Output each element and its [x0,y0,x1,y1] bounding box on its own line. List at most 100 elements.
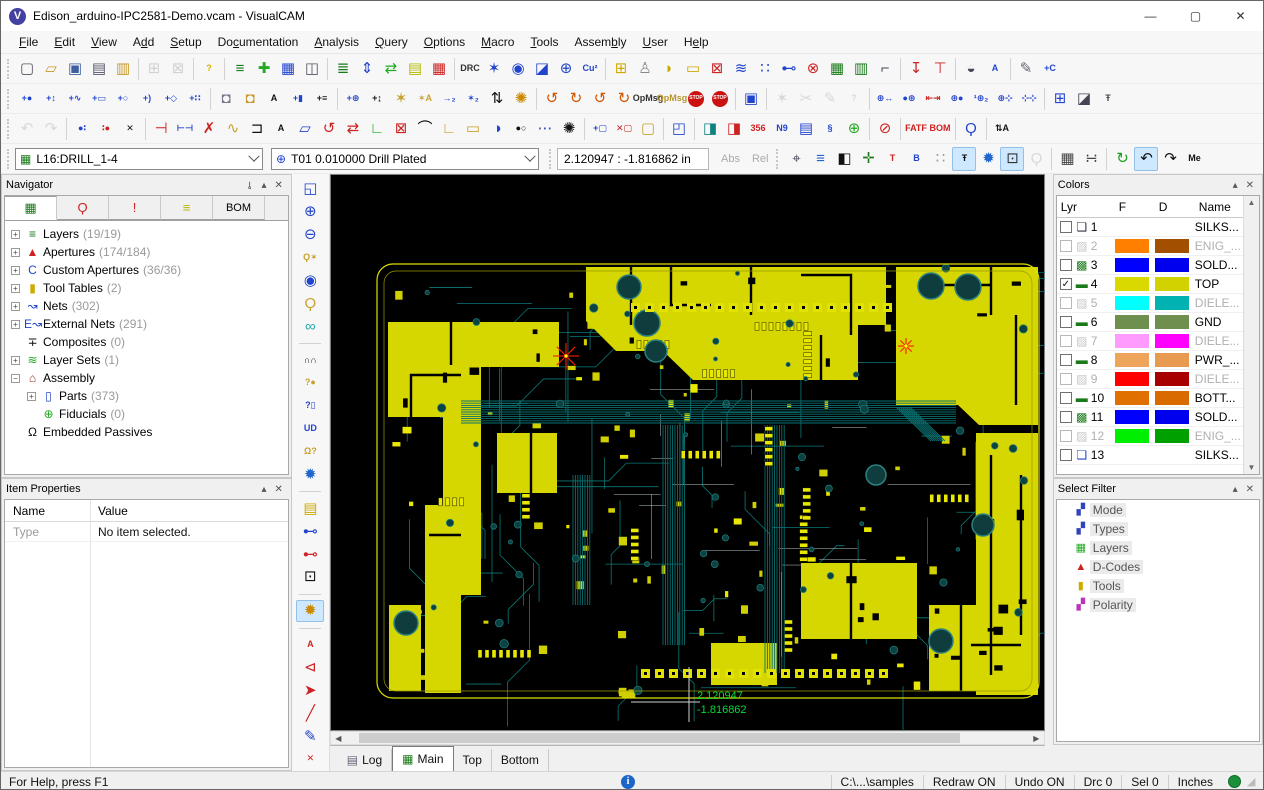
report-356-button[interactable]: 356 [746,117,770,141]
stamp-button[interactable]: ◘ [214,87,238,111]
filter-item-layers[interactable]: ▦Layers [1057,538,1259,557]
layer-visible-checkbox[interactable] [1060,392,1072,404]
online-globe-icon[interactable] [1228,775,1241,788]
layer-bars-button[interactable]: ≡ [808,147,832,171]
zoom-in-button[interactable]: ⊕ [296,201,324,223]
net-compare-button[interactable]: ✶ [482,57,506,81]
text-flip-button[interactable]: ⇅A [990,117,1014,141]
toolbar-grip[interactable] [7,59,11,79]
colors-scrollbar[interactable]: ▲▼ [1243,196,1259,474]
markup-line-button[interactable]: ╱ [296,702,324,724]
som-query-button[interactable]: Ϙ [959,117,983,141]
draw-color-swatch[interactable] [1155,315,1189,329]
menu-add[interactable]: Add [125,33,162,51]
add-text-button[interactable]: A [262,87,286,111]
layer-visible-checkbox[interactable] [1060,316,1072,328]
flash-color-swatch[interactable] [1115,315,1149,329]
draw-color-swatch[interactable] [1155,220,1189,234]
import-down-button[interactable]: ↧ [904,57,928,81]
view-tab-top[interactable]: Top [454,749,492,771]
flash-color-swatch[interactable] [1115,448,1149,462]
break-entry-button[interactable]: ⊣ [149,117,173,141]
collapse-icon[interactable]: ▴ [1229,484,1242,495]
redraw-view-button[interactable]: ↻ [1110,147,1134,171]
rotate-90-button[interactable]: ↺ [540,87,564,111]
menu-edit[interactable]: Edit [46,33,83,51]
remove-probe-button[interactable]: ⊠ [705,57,729,81]
center-view-button[interactable]: ⊞ [1048,87,1072,111]
layer-visible-checkbox[interactable] [1060,240,1072,252]
add-flash-button[interactable]: +● [15,87,39,111]
filter-item-types[interactable]: ▞Types [1057,519,1259,538]
flash-color-swatch[interactable] [1115,391,1149,405]
layer-visible-checkbox[interactable] [1060,449,1072,461]
menu-view[interactable]: View [83,33,125,51]
edit-text-button[interactable]: A [269,117,293,141]
grid-snap-button[interactable]: ∺ [1079,147,1103,171]
drc-check-button[interactable]: DRC [458,57,482,81]
menu-setup[interactable]: Setup [162,33,209,51]
layer-visible-checkbox[interactable] [1060,259,1072,271]
corner-dash-button[interactable]: ∟ [437,117,461,141]
film-text-button[interactable]: A [983,57,1007,81]
pad-matrix-button[interactable]: ∷ [753,57,777,81]
navigator-tab-query[interactable]: Ϙ [57,196,109,220]
close-button[interactable]: ✕ [1218,1,1263,31]
open-ends-button[interactable]: ●○ [509,117,533,141]
expander-icon[interactable]: + [11,320,20,329]
measure-points-button[interactable]: ⊷ [296,520,324,542]
find-red-button[interactable]: ◨ [722,117,746,141]
flash-color-swatch[interactable] [1115,220,1149,234]
zoom-mode-button[interactable]: Ϙ [1024,147,1048,171]
fatf-report-button[interactable]: FATF [904,117,928,141]
navigator-item-custom-apertures[interactable]: +CCustom Apertures(36/36) [5,261,288,279]
navigator-item-embedded-passives[interactable]: ΩEmbedded Passives [5,423,288,441]
expander-icon[interactable]: + [11,284,20,293]
navigator-item-tool-tables[interactable]: +▮Tool Tables(2) [5,279,288,297]
expander-icon[interactable]: + [11,266,20,275]
caliper-button[interactable]: Ŧ [1096,87,1120,111]
paste-button[interactable]: ⊠ [166,57,190,81]
redo-button[interactable]: ↷ [39,117,63,141]
menu-user[interactable]: User [635,33,676,51]
layer-row-13[interactable]: ❏13SILKS... [1057,446,1243,465]
yield-chart-button[interactable]: ▥ [849,57,873,81]
layer-row-4[interactable]: ✓▬4TOP [1057,275,1243,294]
layer-row-1[interactable]: ❏1SILKS... [1057,218,1243,237]
toolbar-grip[interactable] [7,149,11,169]
measure-ruler-button[interactable]: ▤ [296,497,324,519]
rel-toggle[interactable]: Rel [746,153,775,165]
horizontal-scrollbar[interactable]: ◀ ▶ [330,731,1045,745]
add-origin-button[interactable]: +⊕ [341,87,365,111]
toolbar-grip[interactable] [7,89,11,109]
draw-color-swatch[interactable] [1155,429,1189,443]
layer-row-10[interactable]: ▬10BOTT... [1057,389,1243,408]
bom-report-button[interactable]: BOM [928,117,952,141]
align-spread-button[interactable]: ⊹⊹ [1017,87,1041,111]
navigator-item-fiducials[interactable]: ⊕Fiducials(0) [5,405,288,423]
stamp-add-button[interactable]: ◘ [238,87,262,111]
join-middle-button[interactable]: ⇤⇥ [921,87,945,111]
beam-probe-button[interactable]: ◗ [657,57,681,81]
collapse-icon[interactable]: ▴ [258,484,271,495]
grid-show-button[interactable]: ▦ [1055,147,1079,171]
open-file-button[interactable]: ▱ [39,57,63,81]
navigator-item-composites[interactable]: ∓Composites(0) [5,333,288,351]
menu-options[interactable]: Options [416,33,473,51]
panel-board-button[interactable]: ▦ [825,57,849,81]
report-s-button[interactable]: § [818,117,842,141]
doc-export-button[interactable]: ◪ [530,57,554,81]
draw-color-swatch[interactable] [1155,353,1189,367]
explode-button[interactable]: ✺ [509,87,533,111]
expander-icon[interactable]: + [11,230,20,239]
add-dimension-button[interactable]: +↨ [365,87,389,111]
close-panel-icon[interactable]: ✕ [271,484,287,495]
measure-me-button[interactable]: Me [1182,147,1206,171]
film-query-button[interactable]: ◫ [300,57,324,81]
order-pads-button[interactable]: ¹⊕₂ [969,87,993,111]
bw-view-button[interactable]: ◧ [832,147,856,171]
abs-toggle[interactable]: Abs [715,153,746,165]
spline-edit-button[interactable]: ∿ [221,117,245,141]
navigator-item-external-nets[interactable]: +E↝External Nets(291) [5,315,288,333]
toolbar-grip[interactable] [776,149,780,169]
